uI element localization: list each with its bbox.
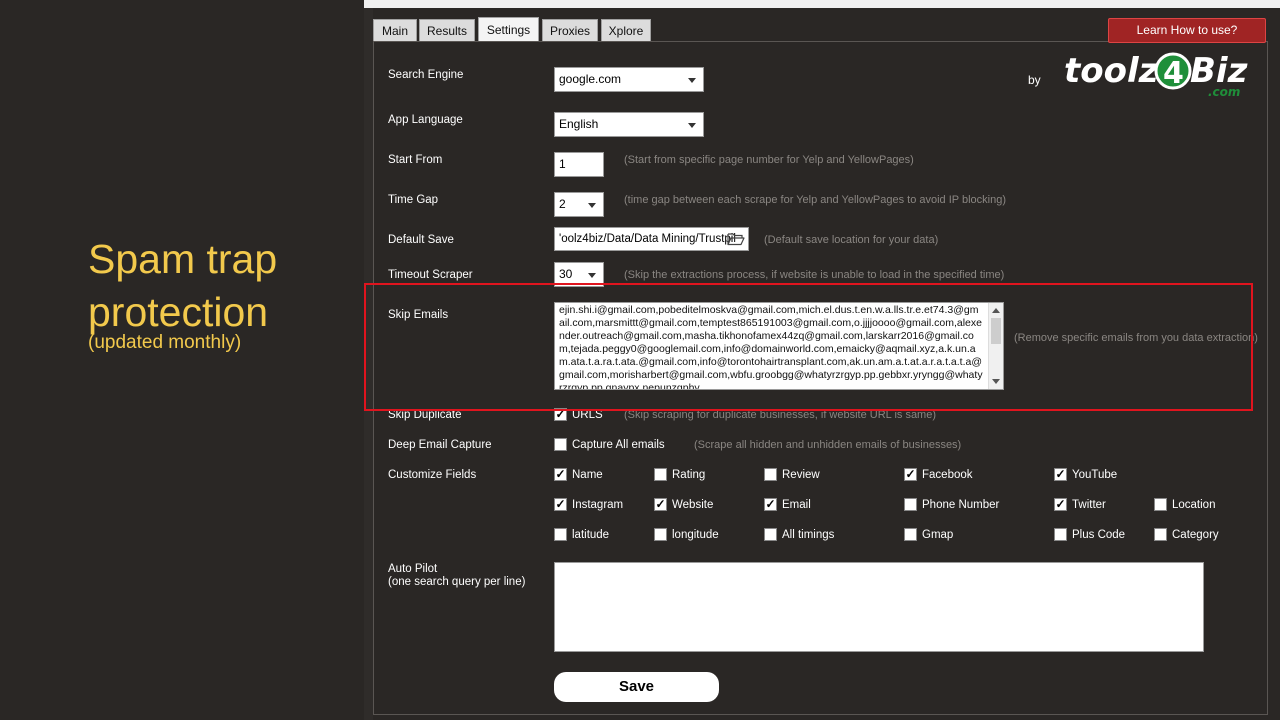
field-instagram-label: Instagram <box>572 499 624 511</box>
chevron-down-icon <box>688 122 696 128</box>
search-engine-value: google.com <box>559 72 622 86</box>
customize-fields-label: Customize Fields <box>388 469 477 481</box>
field-phone-checkbox[interactable] <box>904 498 917 511</box>
scroll-up-icon[interactable] <box>992 308 1000 313</box>
field-longitude-checkbox[interactable] <box>654 528 667 541</box>
field-youtube-label: YouTube <box>1072 469 1118 481</box>
field-twitter-label: Twitter <box>1072 499 1106 511</box>
auto-pilot-textarea[interactable] <box>554 562 1204 652</box>
skip-duplicate-hint: (Skip scraping for duplicate businesses,… <box>624 409 937 421</box>
field-name-checkbox[interactable]: ✓ <box>554 468 567 481</box>
search-engine-label: Search Engine <box>388 69 464 81</box>
field-facebook-label: Facebook <box>922 469 973 481</box>
time-gap-hint: (time gap between each scrape for Yelp a… <box>624 194 1006 206</box>
skip-emails-label: Skip Emails <box>388 309 449 321</box>
field-name-label: Name <box>572 469 603 481</box>
field-all-timings-label: All timings <box>782 529 835 541</box>
auto-pilot-label: Auto Pilot <box>388 563 438 575</box>
field-review-label: Review <box>782 469 820 481</box>
save-button[interactable]: Save <box>554 672 719 702</box>
tab-main[interactable]: Main <box>373 19 417 41</box>
default-save-hint: (Default save location for your data) <box>764 234 939 246</box>
field-plus-code-checkbox[interactable] <box>1054 528 1067 541</box>
field-latitude-checkbox[interactable] <box>554 528 567 541</box>
deep-email-checkbox[interactable] <box>554 438 567 451</box>
field-youtube-checkbox[interactable]: ✓ <box>1054 468 1067 481</box>
app-language-select[interactable]: English <box>554 112 704 137</box>
skip-emails-textarea[interactable]: ejin.shi.i@gmail.com,pobeditelmoskva@gma… <box>554 302 1004 390</box>
search-engine-select[interactable]: google.com <box>554 67 704 92</box>
default-save-input[interactable]: 'oolz4biz/Data/Data Mining/Trustpil <box>554 227 749 251</box>
start-from-hint: (Start from specific page number for Yel… <box>624 154 914 166</box>
time-gap-value: 2 <box>559 197 566 211</box>
skip-emails-hint: (Remove specific emails from you data ex… <box>1014 332 1258 344</box>
svg-text:toolz: toolz <box>1064 51 1159 91</box>
field-twitter-checkbox[interactable]: ✓ <box>1054 498 1067 511</box>
field-location-label: Location <box>1172 499 1216 511</box>
field-category-label: Category <box>1172 529 1219 541</box>
skip-duplicate-checkbox[interactable]: ✓ <box>554 408 567 421</box>
learn-how-button[interactable]: Learn How to use? <box>1108 18 1266 43</box>
deep-email-option-label: Capture All emails <box>572 439 665 451</box>
promo-subtitle: (updated monthly) <box>88 332 242 353</box>
field-location-checkbox[interactable] <box>1154 498 1167 511</box>
promo-title: Spam trap protection <box>88 236 278 335</box>
field-instagram-checkbox[interactable]: ✓ <box>554 498 567 511</box>
field-rating-checkbox[interactable] <box>654 468 667 481</box>
start-from-input[interactable]: 1 <box>554 152 604 177</box>
field-latitude-label: latitude <box>572 529 610 541</box>
timeout-scraper-select[interactable]: 30 <box>554 262 604 287</box>
field-website-label: Website <box>672 499 714 511</box>
skip-emails-scrollbar[interactable] <box>988 303 1003 389</box>
deep-email-label: Deep Email Capture <box>388 439 492 451</box>
field-gmap-label: Gmap <box>922 529 954 541</box>
folder-open-icon[interactable] <box>727 231 745 247</box>
default-save-label: Default Save <box>388 234 454 246</box>
window-top-strip <box>364 0 1280 8</box>
svg-text:4: 4 <box>1163 56 1184 91</box>
deep-email-hint: (Scrape all hidden and unhidden emails o… <box>694 439 962 451</box>
field-plus-code-label: Plus Code <box>1072 529 1126 541</box>
auto-pilot-sublabel: (one search query per line) <box>388 576 526 588</box>
field-website-checkbox[interactable]: ✓ <box>654 498 667 511</box>
tab-proxies[interactable]: Proxies <box>542 19 598 41</box>
tab-settings[interactable]: Settings <box>478 17 539 41</box>
scroll-down-icon[interactable] <box>992 379 1000 384</box>
time-gap-select[interactable]: 2 <box>554 192 604 217</box>
chevron-down-icon <box>588 202 596 208</box>
chevron-down-icon <box>688 77 696 83</box>
field-rating-label: Rating <box>672 469 706 481</box>
field-gmap-checkbox[interactable] <box>904 528 917 541</box>
skip-duplicate-option-label: URLS <box>572 409 603 421</box>
field-email-checkbox[interactable]: ✓ <box>764 498 777 511</box>
time-gap-label: Time Gap <box>388 194 439 206</box>
scroll-thumb[interactable] <box>991 318 1001 344</box>
timeout-scraper-label: Timeout Scraper <box>388 269 473 281</box>
skip-duplicate-label: Skip Duplicate <box>388 409 462 421</box>
app-language-label: App Language <box>388 114 463 126</box>
app-language-value: English <box>559 117 599 131</box>
timeout-scraper-hint: (Skip the extractions process, if websit… <box>624 269 1005 281</box>
field-facebook-checkbox[interactable]: ✓ <box>904 468 917 481</box>
field-phone-label: Phone Number <box>922 499 1000 511</box>
chevron-down-icon <box>588 272 596 278</box>
toolz4biz-logo: toolz 4 Biz .com <box>1062 44 1262 100</box>
tab-xplore[interactable]: Xplore <box>601 19 651 41</box>
field-category-checkbox[interactable] <box>1154 528 1167 541</box>
field-email-label: Email <box>782 499 811 511</box>
by-label: by <box>1028 73 1041 87</box>
timeout-scraper-value: 30 <box>559 267 573 281</box>
field-review-checkbox[interactable] <box>764 468 777 481</box>
start-from-label: Start From <box>388 154 443 166</box>
field-longitude-label: longitude <box>672 529 719 541</box>
field-all-timings-checkbox[interactable] <box>764 528 777 541</box>
svg-text:.com: .com <box>1208 85 1240 99</box>
tab-results[interactable]: Results <box>419 19 475 41</box>
panel-edge <box>364 8 373 720</box>
